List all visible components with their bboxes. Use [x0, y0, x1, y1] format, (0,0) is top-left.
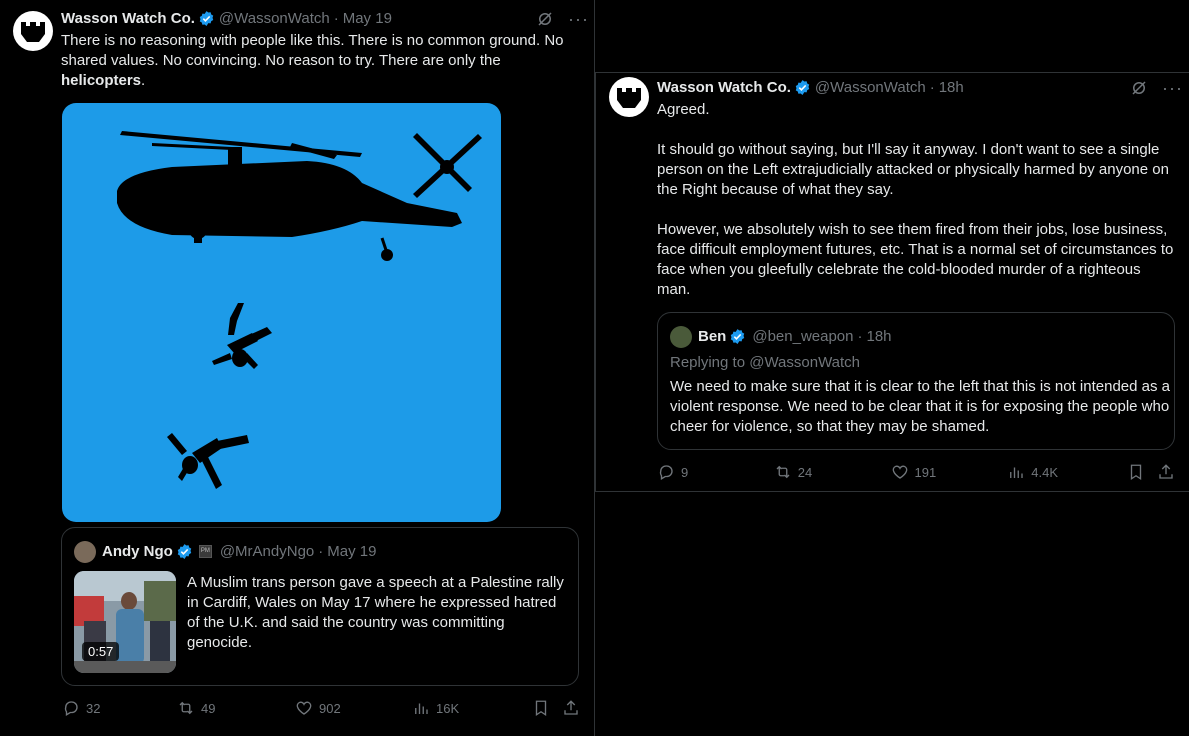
helicopter-image[interactable]	[62, 103, 501, 522]
tweet-text-bold: helicopters	[61, 72, 142, 89]
quote-date[interactable]: May 19	[327, 543, 376, 560]
like-count: 902	[319, 700, 341, 716]
quote-header: Andy Ngo PM @MrAndyNgo · May 19	[102, 543, 376, 560]
verified-icon	[795, 80, 810, 95]
verified-icon	[731, 329, 745, 344]
like-button[interactable]: 902	[295, 699, 412, 717]
repost-icon	[776, 465, 790, 479]
quote-author-name[interactable]: Andy Ngo	[102, 543, 173, 560]
right-tweet-header: Wasson Watch Co. @WassonWatch · 18h	[657, 79, 964, 96]
crown-logo-icon	[21, 22, 45, 42]
ben-avatar[interactable]	[670, 326, 692, 348]
views-count: 16K	[436, 700, 460, 716]
left-tweet-header: Wasson Watch Co. @WassonWatch · May 19	[61, 10, 392, 27]
crown-logo-icon	[617, 88, 641, 108]
author-name[interactable]: Wasson Watch Co.	[657, 79, 791, 96]
quote-text: We need to make sure that it is clear to…	[670, 378, 1171, 435]
reply-icon	[659, 465, 673, 480]
left-tweet[interactable]: Wasson Watch Co. @WassonWatch · May 19 ·…	[0, 0, 595, 736]
verified-icon	[199, 11, 214, 26]
more-icon[interactable]: ···	[568, 10, 589, 28]
grok-icon[interactable]	[536, 10, 554, 28]
video-thumbnail[interactable]: 0:57	[74, 571, 176, 673]
views-count: 4.4K	[1031, 464, 1059, 480]
repost-button[interactable]: 24	[774, 463, 891, 481]
left-top-icons: ···	[536, 10, 589, 28]
bookmark-button[interactable]	[532, 699, 562, 717]
affiliation-badge-icon: PM	[198, 545, 212, 558]
quote-header: Ben @ben_weapon · 18h	[698, 328, 892, 345]
bookmark-button[interactable]	[1127, 463, 1157, 481]
quoted-tweet[interactable]: Ben @ben_weapon · 18h Replying to @Wasso…	[657, 312, 1175, 450]
reply-button[interactable]: 32	[62, 699, 177, 717]
tweet-text: There is no reasoning with people like t…	[61, 31, 581, 91]
paragraph-3: However, we absolutely wish to see them …	[657, 221, 1174, 298]
like-button[interactable]: 191	[891, 463, 1008, 481]
verified-icon	[177, 544, 192, 559]
author-handle[interactable]: @WassonWatch	[815, 79, 926, 96]
share-icon	[1159, 464, 1173, 479]
quote-author-name[interactable]: Ben	[698, 328, 726, 345]
right-top-icons: ···	[1130, 79, 1183, 97]
wasson-avatar[interactable]	[609, 77, 649, 117]
helicopter-silhouette-illustration	[117, 131, 482, 489]
more-icon[interactable]: ···	[1162, 79, 1183, 97]
like-count: 191	[914, 464, 937, 480]
right-actions-bar: 9 24 191 4.4K	[657, 463, 1175, 481]
bookmark-icon	[535, 700, 547, 717]
grok-icon[interactable]	[1130, 79, 1148, 97]
dot-separator: ·	[333, 10, 339, 27]
andy-ngo-avatar[interactable]	[74, 541, 96, 563]
like-icon	[296, 701, 312, 715]
views-icon	[1010, 467, 1023, 478]
repost-count: 49	[201, 700, 216, 716]
reply-button[interactable]: 9	[657, 463, 774, 481]
tweet-text: Agreed. It should go without saying, but…	[657, 100, 1177, 300]
wasson-avatar[interactable]	[13, 11, 53, 51]
share-button[interactable]	[562, 699, 580, 717]
share-icon	[564, 700, 578, 715]
tweet-date[interactable]: May 19	[343, 10, 392, 27]
right-tweet[interactable]: Wasson Watch Co. @WassonWatch · 18h ··· …	[595, 72, 1189, 492]
quote-author-handle[interactable]: @ben_weapon	[752, 328, 853, 345]
like-icon	[892, 465, 907, 479]
views-button[interactable]: 4.4K	[1007, 463, 1127, 481]
quote-author-handle[interactable]: @MrAndyNgo	[220, 543, 314, 560]
quoted-tweet[interactable]: Andy Ngo PM @MrAndyNgo · May 19 0:57 A M…	[61, 527, 579, 686]
share-button[interactable]	[1157, 463, 1175, 481]
repost-count: 24	[797, 464, 813, 480]
tweet-date[interactable]: 18h	[939, 79, 964, 96]
quote-date[interactable]: 18h	[866, 328, 891, 345]
paragraph-1: Agreed.	[657, 101, 710, 118]
dot-separator: ·	[929, 79, 935, 96]
repost-button[interactable]: 49	[177, 699, 295, 717]
repost-icon	[179, 701, 193, 715]
tweet-text-part: There is no reasoning with people like t…	[61, 32, 564, 69]
video-duration: 0:57	[82, 642, 120, 661]
author-handle[interactable]: @WassonWatch	[219, 10, 330, 27]
paragraph-2: It should go without saying, but I'll sa…	[657, 141, 1169, 198]
dot-separator: ·	[857, 328, 863, 345]
views-icon	[415, 703, 428, 714]
author-name[interactable]: Wasson Watch Co.	[61, 10, 195, 27]
bookmark-icon	[1130, 464, 1142, 481]
reply-icon	[64, 701, 78, 716]
reply-count: 9	[681, 464, 689, 480]
tweet-text-end: .	[141, 72, 146, 89]
dot-separator: ·	[318, 543, 324, 560]
reply-count: 32	[86, 700, 101, 716]
views-button[interactable]: 16K	[412, 699, 532, 717]
quote-text: A Muslim trans person gave a speech at a…	[187, 574, 564, 651]
left-actions-bar: 32 49 902 16K	[62, 699, 580, 717]
replying-to[interactable]: Replying to @WassonWatch	[670, 353, 1170, 373]
